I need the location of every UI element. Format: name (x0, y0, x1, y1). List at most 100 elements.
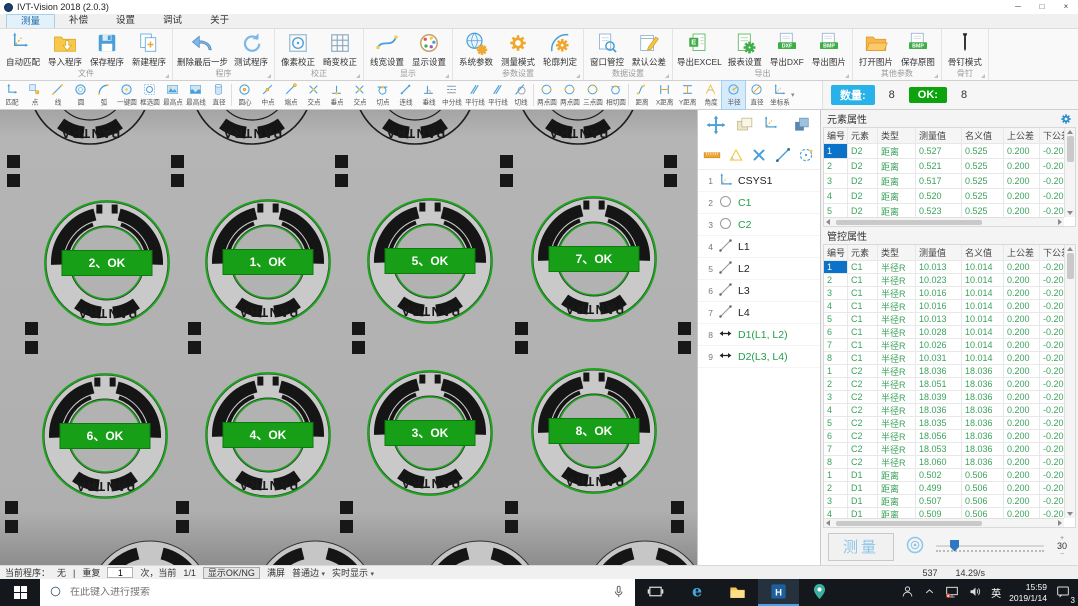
target-icon[interactable] (903, 533, 927, 560)
copy-icon[interactable] (792, 115, 812, 138)
ribbon-button-grid-cal[interactable]: 畸变校正 (319, 30, 361, 68)
tool-mid-point[interactable]: 中点 (256, 81, 279, 109)
settings-gear-icon[interactable] (1060, 113, 1072, 125)
tool-radius[interactable]: 半径 (722, 81, 745, 109)
tool-ring-tan[interactable]: 相切圆 (604, 81, 627, 109)
ribbon-button-refresh[interactable]: 测试程序 (230, 30, 272, 68)
mic-icon[interactable] (611, 584, 626, 602)
element-list-item[interactable]: 2C1 (698, 192, 820, 214)
ribbon-button-pixel-cal[interactable]: 像素校正 (277, 30, 319, 68)
tool-end-point[interactable]: 端点 (279, 81, 302, 109)
tool-x-point[interactable]: 交点 (302, 81, 325, 109)
tool-angle[interactable]: 角度 (699, 81, 722, 109)
tool-point[interactable]: 点 (23, 81, 46, 109)
ribbon-button-match[interactable]: 自动匹配 (2, 30, 44, 68)
edge-mode-dropdown[interactable]: 普通边 ▾ (292, 566, 325, 579)
repeat-count-input[interactable] (107, 567, 133, 578)
table-row[interactable]: 2D2距离0.5210.5250.200-0.20 (824, 159, 1064, 174)
taskbar-clock[interactable]: 15:592019/1/14 (1009, 582, 1047, 602)
tool-axes[interactable]: 匹配 (0, 81, 23, 109)
table-row[interactable]: 6C2半径R18.05618.0360.200-0.20 (824, 430, 1064, 443)
table-row[interactable]: 1C1半径R10.01310.0140.200-0.20 (824, 261, 1064, 274)
tool-ring3dot[interactable]: 三点圆 (581, 81, 604, 109)
ribbon-button-folder-open[interactable]: 打开图片 (855, 30, 897, 68)
menu-tab-3[interactable]: 设置 (102, 14, 149, 28)
tool-xdist[interactable]: X距离 (653, 81, 676, 109)
table-row[interactable]: 5C1半径R10.01310.0140.200-0.20 (824, 313, 1064, 326)
vertical-scrollbar[interactable] (1064, 128, 1075, 217)
table-row[interactable]: 8C2半径R18.06018.0360.200-0.20 (824, 456, 1064, 469)
element-list-item[interactable]: 1CSYS1 (698, 170, 820, 192)
tool-csys[interactable]: 坐标系 (768, 81, 791, 109)
horizontal-scrollbar[interactable] (824, 518, 1064, 527)
toolstrip-overflow-chevron[interactable]: ▾ (791, 81, 801, 109)
tool-dist[interactable]: 距离 (630, 81, 653, 109)
table-row[interactable]: 3D1距离0.5070.5060.200-0.20 (824, 495, 1064, 508)
tool-cylinder[interactable]: 直径 (207, 81, 230, 109)
ribbon-button-line-width[interactable]: 线宽设置 (366, 30, 408, 68)
task-view-button[interactable] (635, 579, 676, 606)
tool-arc[interactable]: 弧 (92, 81, 115, 109)
move-icon[interactable] (706, 115, 726, 138)
tool-ring2dot[interactable]: 两点圆 (535, 81, 558, 109)
ribbon-button-folder-import[interactable]: 导入程序 (44, 30, 86, 68)
ribbon-button-save[interactable]: 保存程序 (86, 30, 128, 68)
line-blue-icon[interactable] (774, 146, 792, 167)
ribbon-button-bmp[interactable]: BMP导出图片 (808, 30, 850, 68)
tool-diameter[interactable]: 直径 (745, 81, 768, 109)
element-list-item[interactable]: 6L3 (698, 280, 820, 302)
table-row[interactable]: 7C2半径R18.05318.0360.200-0.20 (824, 443, 1064, 456)
taskbar-search[interactable] (40, 579, 635, 606)
tool-ydist[interactable]: Y距离 (676, 81, 699, 109)
table-row[interactable]: 2C1半径R10.02310.0140.200-0.20 (824, 274, 1064, 287)
tool-tangent-point[interactable]: 切点 (371, 81, 394, 109)
tool-tangent-line[interactable]: 切线 (509, 81, 532, 109)
speaker-icon[interactable] (968, 584, 983, 601)
element-list-item[interactable]: 5L2 (698, 258, 820, 280)
csys-big-icon[interactable] (763, 115, 783, 138)
measure-button[interactable]: 测量 (828, 533, 894, 561)
person-icon[interactable] (900, 584, 915, 601)
ribbon-button-doc-magnifier[interactable]: 窗口管控 (586, 30, 628, 68)
table-row[interactable]: 6C1半径R10.02810.0140.200-0.20 (824, 326, 1064, 339)
table-row[interactable]: 3C1半径R10.01610.0140.200-0.20 (824, 287, 1064, 300)
table-row[interactable]: 3C2半径R18.03918.0360.200-0.20 (824, 391, 1064, 404)
ribbon-button-pin[interactable]: 骨钉模式 (944, 30, 986, 68)
show-ok-ng-button[interactable]: 显示OK/NG (203, 567, 260, 579)
table-row[interactable]: 5C2半径R18.03518.0360.200-0.20 (824, 417, 1064, 430)
table-row[interactable]: 1C2半径R18.03618.0360.200-0.20 (824, 365, 1064, 378)
tool-x-point[interactable]: 交点 (348, 81, 371, 109)
tool-box-ring[interactable]: 框选圆 (138, 81, 161, 109)
start-button[interactable] (0, 579, 40, 606)
ribbon-button-undo[interactable]: 删除最后一步 (175, 30, 230, 68)
table-row[interactable]: 1D2距离0.5270.5250.200-0.20 (824, 144, 1064, 159)
tool-parallel[interactable]: 平行线 (463, 81, 486, 109)
ribbon-button-gear-arc[interactable]: 轮廓判定 (539, 30, 581, 68)
ribbon-button-bmp[interactable]: BMP保存原图 (897, 30, 939, 68)
vertical-scrollbar[interactable] (1064, 245, 1075, 518)
angle-tri-icon[interactable] (727, 146, 745, 167)
element-list-item[interactable]: 4L1 (698, 236, 820, 258)
table-row[interactable]: 2D1距离0.4990.5060.200-0.20 (824, 482, 1064, 495)
minimize-button[interactable]: ─ (1006, 0, 1030, 14)
table-row[interactable]: 4D2距离0.5200.5250.200-0.20 (824, 189, 1064, 204)
maximize-button[interactable]: □ (1030, 0, 1054, 14)
table-row[interactable]: 3D2距离0.5170.5250.200-0.20 (824, 174, 1064, 189)
ribbon-button-excel[interactable]: E导出EXCEL (675, 30, 724, 68)
tool-perp-point[interactable]: 垂点 (325, 81, 348, 109)
table-row[interactable]: 8C1半径R10.03110.0140.200-0.20 (824, 352, 1064, 365)
table-row[interactable]: 4C2半径R18.03618.0360.200-0.20 (824, 404, 1064, 417)
ribbon-button-new-doc[interactable]: 新建程序 (128, 30, 170, 68)
element-list-item[interactable]: 7L4 (698, 302, 820, 324)
ribbon-button-globe-gear[interactable]: 系统参数 (455, 30, 497, 68)
ribbon-button-gear[interactable]: 测量模式 (497, 30, 539, 68)
tool-ring-center[interactable]: 圆心 (233, 81, 256, 109)
table-row[interactable]: 4C1半径R10.01610.0140.200-0.20 (824, 300, 1064, 313)
tool-parallel[interactable]: 平行线 (486, 81, 509, 109)
fullscreen-button[interactable]: 满屏 (267, 566, 285, 579)
element-list-item[interactable]: 8D1(L1, L2) (698, 324, 820, 346)
ribbon-button-dxf[interactable]: DXF导出DXF (766, 30, 808, 68)
ivt-vision-app-icon[interactable]: H (758, 579, 799, 606)
menu-tab-1[interactable]: 测量 (6, 14, 55, 28)
tool-connect[interactable]: 连线 (394, 81, 417, 109)
